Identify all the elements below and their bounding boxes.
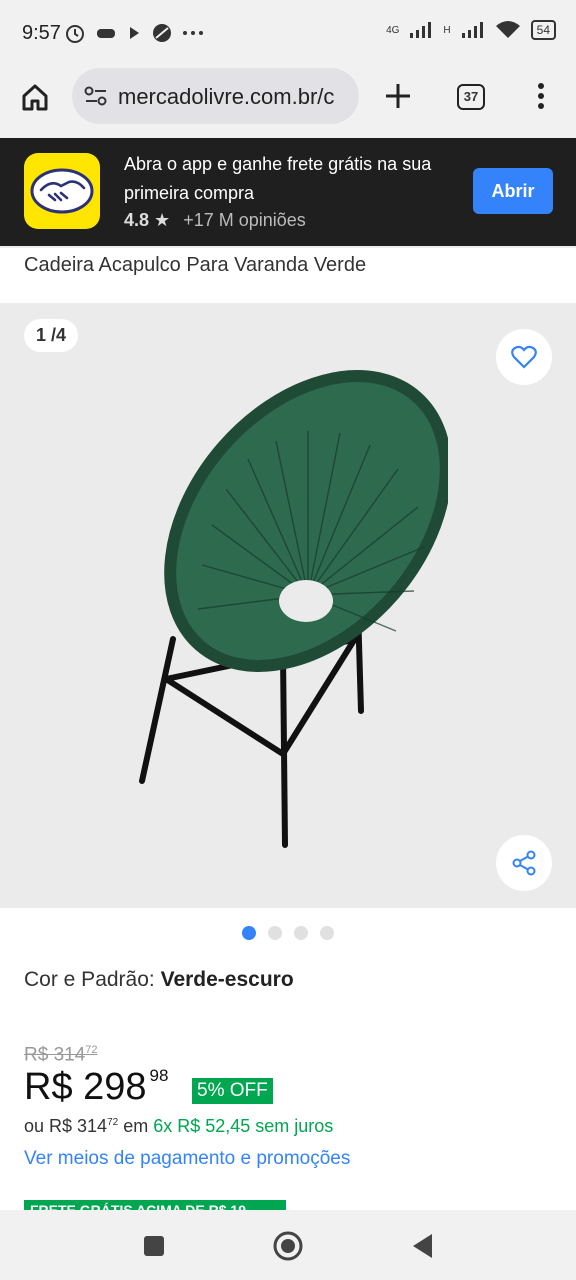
reviews-count: +17 M opiniões [183, 210, 306, 230]
network-type-2: H [443, 24, 451, 36]
carousel-dot[interactable] [268, 926, 282, 940]
banner-rating: 4.8 ★ +17 M opiniões [124, 210, 306, 231]
new-tab-icon[interactable] [384, 82, 412, 110]
old-price: R$ 31472 [24, 1044, 98, 1066]
payment-options-link[interactable]: Ver meios de pagamento e promoções [24, 1148, 350, 1170]
mercadolivre-logo [24, 153, 100, 229]
current-price: R$ 298 98 [24, 1066, 168, 1109]
tab-switcher-button[interactable]: 37 [457, 84, 485, 110]
product-image[interactable] [128, 369, 448, 849]
network-type: 4G [386, 24, 400, 36]
installment-terms: 6x R$ 52,45 sem juros [153, 1116, 334, 1136]
game-icon [97, 29, 115, 38]
play-icon [130, 27, 139, 39]
circle-icon[interactable] [272, 1230, 304, 1262]
carousel-dots[interactable] [242, 926, 334, 940]
variant-value: Verde-escuro [160, 968, 294, 991]
carousel-dot[interactable] [320, 926, 334, 940]
installment-info: ou R$ 31472 em 6x R$ 52,45 sem juros [24, 1116, 333, 1137]
status-icons-right: 4G H 54 [386, 20, 556, 40]
page-content: Abra o app e ganhe frete grátis na sua p… [0, 138, 576, 1210]
status-icons-left [64, 22, 204, 44]
price-cents: 98 [149, 1066, 169, 1085]
variant-selector: Cor e Padrão: Verde-escuro [24, 968, 294, 992]
home-icon[interactable] [20, 82, 50, 112]
open-app-button[interactable]: Abrir [473, 168, 553, 214]
app-install-banner[interactable]: Abra o app e ganhe frete grátis na sua p… [0, 138, 576, 246]
status-time: 9:57 [22, 22, 61, 44]
signal-icon [461, 22, 483, 38]
url-bar[interactable]: mercadolivre.com.br/c [72, 68, 359, 124]
wifi-icon [495, 21, 520, 38]
system-nav-bar [0, 1210, 576, 1280]
star-icon: ★ [154, 210, 171, 230]
site-settings-icon[interactable] [84, 85, 108, 107]
status-bar: 9:57 4G H 54 [0, 0, 576, 68]
more-icon [183, 31, 203, 35]
signal-icon [410, 22, 432, 38]
installment-prefix: ou R$ 314 [24, 1116, 108, 1136]
carousel-dot[interactable] [294, 926, 308, 940]
old-price-value: R$ 314 [24, 1044, 86, 1066]
url-text[interactable]: mercadolivre.com.br/c [118, 84, 334, 110]
share-icon [512, 850, 536, 876]
image-counter: 1 /4 [24, 319, 79, 352]
favorite-button[interactable] [496, 329, 552, 385]
alarm-icon [66, 25, 84, 43]
variant-label: Cor e Padrão: [24, 968, 155, 991]
square-icon[interactable] [142, 1234, 166, 1258]
vpn-icon [153, 24, 171, 42]
back-icon[interactable] [410, 1232, 436, 1260]
installment-mid: em [118, 1116, 154, 1136]
heart-icon [511, 345, 537, 369]
rating-value: 4.8 [124, 210, 150, 230]
browser-toolbar: mercadolivre.com.br/c 37 [0, 68, 576, 138]
product-title: Cadeira Acapulco Para Varanda Verde [24, 254, 367, 276]
battery-icon: 54 [530, 20, 556, 40]
carousel-dot[interactable] [242, 926, 256, 940]
share-button[interactable] [496, 835, 552, 891]
installment-cents: 72 [107, 1117, 119, 1128]
free-shipping-tag: FRETE GRÁTIS ACIMA DE R$ 19 [24, 1200, 286, 1210]
discount-badge: 5% OFF [192, 1078, 273, 1104]
banner-text: Abra o app e ganhe frete grátis na sua p… [124, 154, 432, 203]
product-gallery[interactable]: 1 /4 [0, 303, 576, 908]
price-value: R$ 298 [24, 1066, 147, 1108]
old-price-cents: 72 [85, 1044, 98, 1056]
menu-icon[interactable] [533, 82, 549, 110]
